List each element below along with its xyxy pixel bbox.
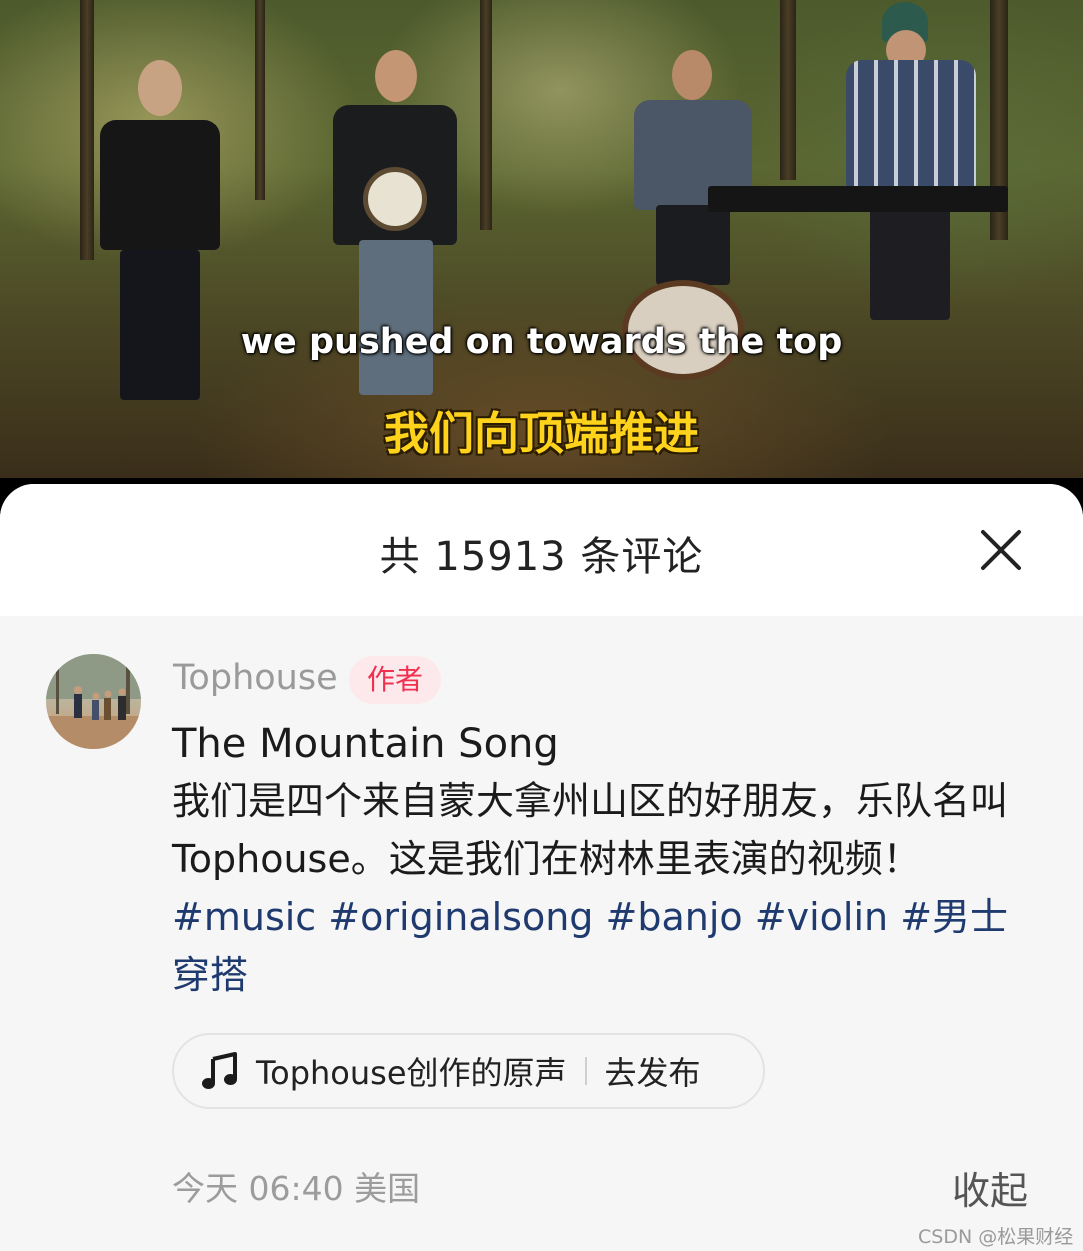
hashtag-link[interactable]: #banjo [606,895,743,939]
video-player[interactable]: we pushed on towards the top 我们向顶端推进 [0,0,1083,478]
author-badge: 作者 [349,656,442,704]
comment-location: 美国 [354,1169,421,1208]
comments-count-title: 共 15913 条评论 [379,534,704,580]
comment-text: The Mountain Song 我们是四个来自蒙大拿州山区的好朋友，乐队名叫… [172,716,1032,1004]
comment-title-line: The Mountain Song [172,721,559,767]
collapse-button[interactable]: 收起 [952,1160,1028,1215]
tree-trunk [480,0,492,230]
avatar-photo [46,654,141,749]
hashtag-link[interactable]: #violin [755,895,888,939]
author-avatar[interactable] [46,654,141,749]
original-sound-pill[interactable]: Tophouse创作的原声 去发布 [172,1033,765,1109]
pill-divider [584,1057,587,1085]
tree-trunk [780,0,796,180]
comment-description: 我们是四个来自蒙大拿州山区的好朋友，乐队名叫 Tophouse。这是我们在树林里… [172,779,1009,881]
author-name[interactable]: Tophouse [173,658,338,698]
watermark: CSDN @松果财经 [918,1226,1074,1248]
musician-keyboardist [840,0,980,320]
comments-header: 共 15913 条评论 [0,484,1083,616]
comment-time: 今天 06:40 [172,1169,344,1208]
music-note-icon [202,1052,237,1089]
tree-trunk [255,0,265,200]
original-sound-label: Tophouse创作的原声 [256,1054,567,1092]
hashtag-link[interactable]: #originalsong [328,895,593,939]
close-icon [981,530,1021,570]
comments-sheet: 共 15913 条评论 Tophouse 作者 The Mountain Son… [0,484,1083,1251]
keyboard-instrument [708,186,1008,212]
hashtag-link[interactable]: #music [172,895,316,939]
subtitle-english: we pushed on towards the top [240,322,843,362]
publish-with-sound-button[interactable]: 去发布 [605,1048,701,1094]
close-button[interactable] [975,524,1027,576]
comment-meta: 今天 06:40 美国 [172,1162,420,1210]
musician-guitarist [628,45,758,285]
subtitle-chinese: 我们向顶端推进 [383,407,699,460]
